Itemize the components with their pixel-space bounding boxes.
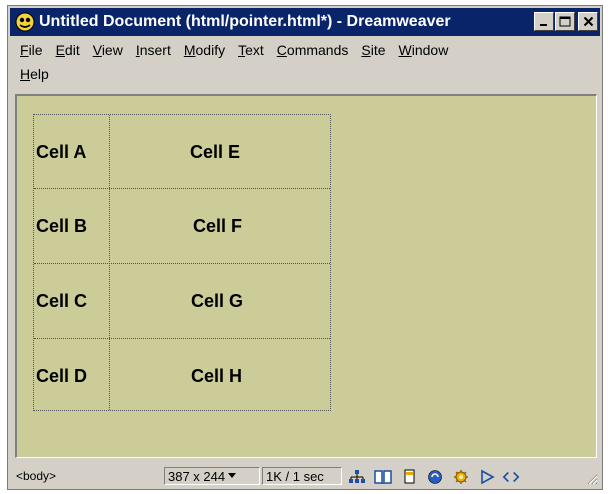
- window-size-value: 387 x 244: [168, 468, 226, 484]
- css-styles-icon[interactable]: [426, 468, 444, 485]
- menu-window-label: indow: [411, 42, 449, 58]
- menu-text[interactable]: Text: [238, 42, 264, 58]
- menu-insert-label: nsert: [139, 42, 171, 58]
- menu-modify-accel: M: [183, 42, 196, 58]
- menu-text-label: ext: [245, 42, 264, 58]
- timelines-icon[interactable]: [478, 468, 496, 485]
- minimize-button[interactable]: [534, 12, 554, 31]
- menu-site-accel: S: [361, 42, 371, 58]
- download-stats-value: 1K / 1 sec: [266, 468, 324, 484]
- minimize-icon: [540, 23, 547, 26]
- maximize-button[interactable]: [555, 12, 575, 31]
- menu-bar: File Edit View Insert Modify Text Comman…: [10, 38, 600, 86]
- menu-help-label: elp: [30, 66, 49, 82]
- menu-view[interactable]: View: [93, 42, 123, 58]
- cell-c[interactable]: Cell C: [36, 291, 87, 312]
- menu-help-accel: H: [20, 66, 31, 82]
- cell-d[interactable]: Cell D: [36, 366, 87, 387]
- close-icon: [583, 16, 593, 27]
- menu-window-accel: W: [398, 42, 412, 58]
- cell-a[interactable]: Cell A: [36, 142, 86, 163]
- cell-h[interactable]: Cell H: [191, 366, 242, 387]
- cell-f[interactable]: Cell F: [193, 216, 242, 237]
- menu-edit[interactable]: Edit: [56, 42, 80, 58]
- document-area[interactable]: Cell A Cell E Cell B Cell F Cell C Cell …: [15, 94, 597, 458]
- title-bar[interactable]: Untitled Document (html/pointer.html*) -…: [10, 8, 600, 36]
- menu-view-accel: V: [92, 42, 102, 58]
- menu-commands-label: ommands: [286, 42, 349, 58]
- behaviors-icon[interactable]: [452, 468, 470, 485]
- menu-insert[interactable]: Insert: [136, 42, 171, 58]
- html-source-icon[interactable]: [502, 468, 520, 485]
- cell-g[interactable]: Cell G: [191, 291, 243, 312]
- status-bar: <body> 387 x 244 1K / 1 sec: [10, 465, 600, 487]
- menu-file-label: ile: [28, 42, 43, 58]
- menu-modify[interactable]: Modify: [184, 42, 225, 58]
- menu-view-label: iew: [101, 42, 123, 58]
- menu-site[interactable]: Site: [361, 42, 385, 58]
- row-divider: [34, 188, 330, 189]
- chevron-down-icon: [228, 473, 237, 478]
- menu-file-accel: F: [20, 42, 29, 58]
- menu-window[interactable]: Window: [399, 42, 449, 58]
- resize-grip-icon[interactable]: [586, 473, 598, 485]
- close-button[interactable]: [578, 12, 598, 31]
- menu-edit-accel: E: [55, 42, 65, 58]
- layout-table[interactable]: Cell A Cell E Cell B Cell F Cell C Cell …: [33, 114, 331, 411]
- cell-e[interactable]: Cell E: [190, 142, 240, 163]
- row-divider: [34, 263, 330, 264]
- maximize-icon: [559, 16, 571, 27]
- tag-selector[interactable]: <body>: [16, 469, 56, 483]
- dreamweaver-logo-icon: [15, 12, 35, 32]
- menu-commands[interactable]: Commands: [277, 42, 349, 58]
- menu-commands-accel: C: [276, 42, 287, 58]
- download-stats: 1K / 1 sec: [262, 467, 342, 485]
- html-styles-icon[interactable]: [400, 468, 418, 485]
- menu-modify-label: odify: [195, 42, 226, 58]
- menu-help[interactable]: Help: [20, 66, 49, 82]
- row-divider: [34, 338, 330, 339]
- window-size-dropdown[interactable]: 387 x 244: [164, 467, 260, 485]
- window-title: Untitled Document (html/pointer.html*) -…: [39, 13, 451, 30]
- dreamweaver-window: Untitled Document (html/pointer.html*) -…: [7, 5, 603, 490]
- cell-b[interactable]: Cell B: [36, 216, 87, 237]
- menu-edit-label: dit: [64, 42, 80, 58]
- menu-site-label: ite: [370, 42, 386, 58]
- library-icon[interactable]: [374, 468, 392, 485]
- menu-file[interactable]: File: [20, 42, 43, 58]
- site-map-icon[interactable]: [348, 468, 366, 485]
